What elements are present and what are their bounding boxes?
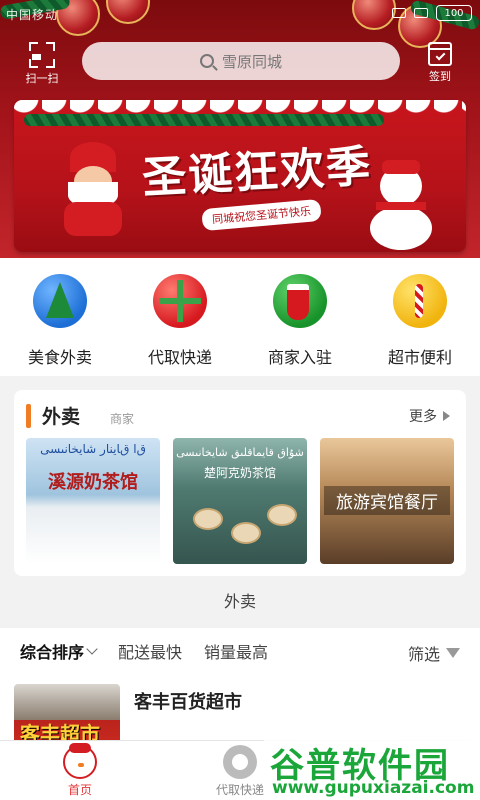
calendar-check-icon xyxy=(428,42,452,66)
search-placeholder: 雪原同城 xyxy=(221,52,282,71)
section-accent-bar xyxy=(26,404,31,428)
search-input[interactable]: 雪原同城 xyxy=(82,42,400,80)
sort-comprehensive[interactable]: 综合排序 xyxy=(20,639,98,663)
store-list-item[interactable]: 客丰超市 客丰百货超市 xyxy=(0,674,480,744)
sort-bar: 综合排序 配送最快 销量最高 筛选 xyxy=(0,628,480,674)
signin-label: 签到 xyxy=(429,70,451,83)
scan-icon xyxy=(29,42,55,68)
sort-label: 配送最快 xyxy=(118,643,183,662)
shop-uyghur-name: ﻕﺍ ﻕﺎﻳﻨﺎﺭ ﺷﺎﻳﺨﺎﻧﯩﺴﻰ xyxy=(40,442,146,456)
shop-card[interactable]: ﺷﯘﺍﻕ ﻗﺎﻳﻤﺎﻗﻠﯩﻖ ﺷﺎﻳﺨﺎﻧﯩﺴﻰ 楚阿克奶茶馆 xyxy=(173,438,307,564)
christmas-banner[interactable]: 圣诞狂欢季 同城祝您圣诞节快乐 xyxy=(14,100,466,252)
wifi-icon xyxy=(414,8,428,18)
category-grid: 美食外卖 代取快递 商家入驻 超市便利 xyxy=(0,258,480,376)
store-thumbnail: 客丰超市 xyxy=(14,684,120,744)
snowman-illustration xyxy=(366,160,436,250)
filter-label: 筛选 xyxy=(407,645,440,664)
header: 中国移动 100 扫一扫 雪原同城 签到 圣诞狂欢季 同城祝您圣诞节快乐 xyxy=(0,0,480,258)
category-label: 代取快递 xyxy=(147,348,212,367)
watermark: 谷普软件园 www.gupuxiazai.com xyxy=(264,736,480,800)
funnel-icon xyxy=(446,648,460,658)
carrier-label: 中国移动 xyxy=(6,8,59,22)
candy-cane-icon xyxy=(393,274,447,328)
watermark-url: www.gupuxiazai.com xyxy=(272,778,475,798)
sort-fastest-delivery[interactable]: 配送最快 xyxy=(118,639,182,663)
scan-label: 扫一扫 xyxy=(25,72,59,85)
takeaway-tag: 商家 xyxy=(110,412,135,426)
shop-list: ﻕﺍ ﻕﺎﻳﻨﺎﺭ ﺷﺎﻳﺨﺎﻧﯩﺴﻰ 溪源奶茶馆 ﺷﯘﺍﻕ ﻗﺎﻳﻤﺎﻗﻠﯩﻖ… xyxy=(26,438,454,564)
arrow-right-icon xyxy=(443,411,450,421)
store-name: 客丰百货超市 xyxy=(134,692,242,713)
snowman-icon xyxy=(63,743,97,779)
banner-title: 圣诞狂欢季 xyxy=(141,141,374,204)
category-supermarket[interactable]: 超市便利 xyxy=(370,274,470,376)
dumpling-image xyxy=(231,522,261,544)
tab-label: 代取快递 xyxy=(215,783,264,797)
filter-button[interactable]: 筛选 xyxy=(408,641,460,665)
takeaway-title: 外卖 xyxy=(42,406,81,428)
chevron-down-icon xyxy=(86,643,98,655)
category-food-delivery[interactable]: 美食外卖 xyxy=(10,274,110,376)
search-icon xyxy=(199,54,214,68)
shop-card[interactable]: 旅游宾馆餐厅 xyxy=(320,438,454,564)
shop-card[interactable]: ﻕﺍ ﻕﺎﻳﻨﺎﺭ ﺷﺎﻳﺨﺎﻧﯩﺴﻰ 溪源奶茶馆 xyxy=(26,438,160,564)
gift-bow-icon xyxy=(153,274,207,328)
category-express-pickup[interactable]: 代取快递 xyxy=(130,274,230,376)
takeaway-card: 外卖 商家 更多 ﻕﺍ ﻕﺎﻳﻨﺎﺭ ﺷﺎﻳﺨﺎﻧﯩﺴﻰ 溪源奶茶馆 ﺷﯘﺍﻕ … xyxy=(14,390,466,576)
dumpling-image xyxy=(267,504,297,526)
snow-decoration xyxy=(14,100,466,122)
package-icon xyxy=(223,745,257,779)
scan-button[interactable]: 扫一扫 xyxy=(22,42,62,86)
category-merchant-join[interactable]: 商家入驻 xyxy=(250,274,350,376)
sort-top-sales[interactable]: 销量最高 xyxy=(204,639,268,663)
sort-label: 销量最高 xyxy=(204,643,269,662)
dumpling-image xyxy=(193,508,223,530)
shop-name: 溪源奶茶馆 xyxy=(48,472,138,493)
shop-uyghur-name: ﺷﯘﺍﻕ ﻗﺎﻳﻤﺎﻗﻠﯩﻖ ﺷﺎﻳﺨﺎﻧﯩﺴﻰ xyxy=(176,446,304,459)
status-bar: 中国移动 100 xyxy=(0,0,480,28)
category-label: 超市便利 xyxy=(387,348,452,367)
category-label: 美食外卖 xyxy=(27,348,92,367)
section-title: 外卖 xyxy=(223,592,256,611)
battery-icon: 100 xyxy=(436,5,472,21)
sort-label: 综合排序 xyxy=(20,643,85,662)
battery-level: 100 xyxy=(444,7,464,19)
signal-icon xyxy=(392,8,406,18)
tab-home[interactable]: 首页 xyxy=(30,743,130,798)
shop-name: 旅游宾馆餐厅 xyxy=(324,486,450,515)
category-label: 商家入驻 xyxy=(267,348,332,367)
christmas-tree-icon xyxy=(33,274,87,328)
more-label: 更多 xyxy=(409,409,437,425)
tab-label: 首页 xyxy=(67,783,92,797)
shop-name: 楚阿克奶茶馆 xyxy=(203,466,276,480)
banner-subtitle: 同城祝您圣诞节快乐 xyxy=(201,198,322,232)
signin-button[interactable]: 签到 xyxy=(422,42,458,84)
santa-illustration xyxy=(58,142,128,238)
more-link[interactable]: 更多 xyxy=(409,406,450,426)
stocking-icon xyxy=(273,274,327,328)
